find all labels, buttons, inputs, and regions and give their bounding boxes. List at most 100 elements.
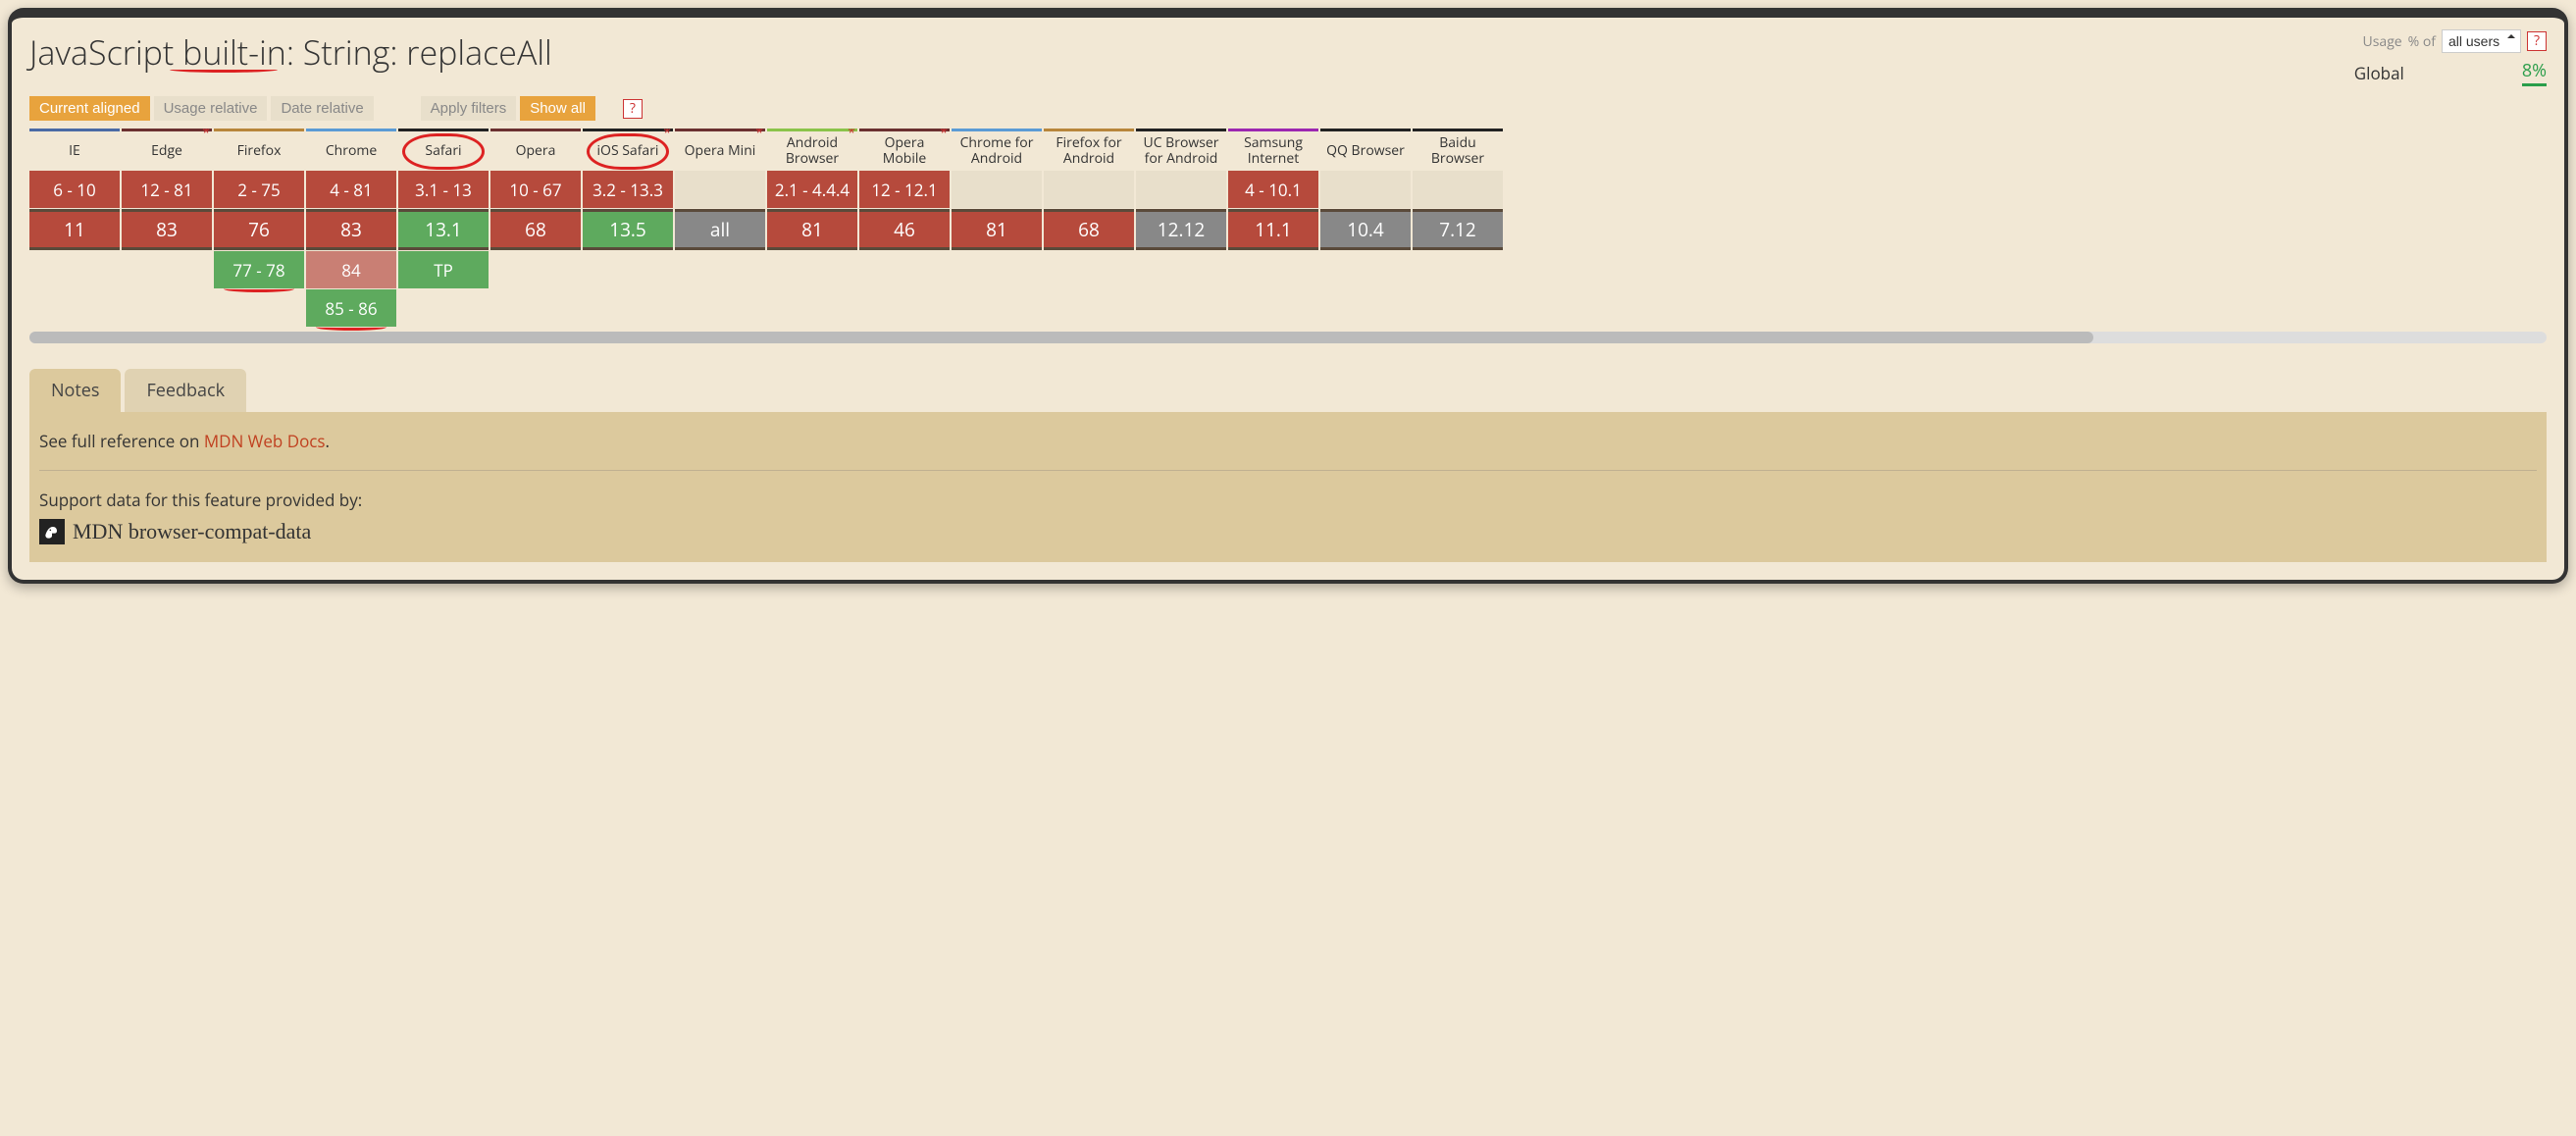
version-cell-current[interactable]: 11.1 (1228, 209, 1318, 250)
browser-header[interactable]: iOS Safari* (583, 129, 673, 170)
browser-column: UC Browser for Android 12.12 (1136, 129, 1226, 328)
browser-header[interactable]: Firefox for Android (1044, 129, 1134, 170)
browser-header[interactable]: UC Browser for Android (1136, 129, 1226, 170)
version-cell-current[interactable]: 10.4 (1320, 209, 1411, 250)
version-cell-past[interactable]: 6 - 10 (29, 171, 120, 208)
version-cell-past[interactable]: 10 - 67 (490, 171, 581, 208)
version-cell-future[interactable]: 77 - 78 (214, 251, 304, 288)
version-cell-past[interactable]: 3.2 - 13.3 (583, 171, 673, 208)
browser-column: Chrome4 - 81838485 - 86 (306, 129, 396, 328)
scrollbar-thumb[interactable] (29, 332, 2093, 343)
version-cell-current[interactable]: 81 (767, 209, 857, 250)
browser-header[interactable]: Samsung Internet (1228, 129, 1318, 170)
browser-column: Firefox for Android 68 (1044, 129, 1134, 328)
note-star-icon: * (755, 129, 763, 140)
version-cell-past[interactable] (675, 171, 765, 208)
browser-header[interactable]: Safari (398, 129, 489, 170)
usage-relative-button[interactable]: Usage relative (154, 96, 268, 121)
note-star-icon: * (663, 129, 671, 140)
version-cell-past[interactable] (1136, 171, 1226, 208)
current-aligned-button[interactable]: Current aligned (29, 96, 150, 121)
version-cell-current[interactable]: 76 (214, 209, 304, 250)
browser-column: iOS Safari*3.2 - 13.313.5 (583, 129, 673, 328)
browser-header[interactable]: Opera Mobile* (859, 129, 950, 170)
browser-column: Safari3.1 - 1313.1TP (398, 129, 489, 328)
browser-column: Opera Mobile*12 - 12.146 (859, 129, 950, 328)
note-star-icon: * (940, 129, 948, 140)
usage-percent-of: % of (2408, 32, 2436, 51)
version-cell-past[interactable] (1044, 171, 1134, 208)
mdn-dino-icon (39, 519, 65, 544)
version-cell-future[interactable]: TP (398, 251, 489, 288)
view-toolbar: Current aligned Usage relative Date rela… (29, 96, 2547, 121)
app-frame: JavaScript built-in: String: replaceAll … (8, 8, 2568, 584)
version-cell-current[interactable]: 83 (122, 209, 212, 250)
toolbar-help-button[interactable]: ? (623, 99, 643, 119)
version-cell-current[interactable]: 83 (306, 209, 396, 250)
browser-column: Baidu Browser 7.12 (1413, 129, 1503, 328)
browser-column: Samsung Internet4 - 10.111.1 (1228, 129, 1318, 328)
date-relative-button[interactable]: Date relative (271, 96, 373, 121)
browser-header[interactable]: Chrome for Android (952, 129, 1042, 170)
notes-text-before: See full reference on (39, 430, 204, 452)
compat-table: IE6 - 1011Edge*12 - 8183Firefox2 - 75767… (29, 129, 2547, 328)
version-cell-future[interactable]: 84 (306, 251, 396, 288)
usage-help-button[interactable]: ? (2527, 31, 2547, 51)
version-cell-current[interactable]: 11 (29, 209, 120, 250)
version-cell-current[interactable]: 12.12 (1136, 209, 1226, 250)
annotation-underline (170, 67, 278, 73)
version-cell-past[interactable]: 4 - 81 (306, 171, 396, 208)
version-cell-past[interactable]: 3.1 - 13 (398, 171, 489, 208)
browser-header[interactable]: Opera (490, 129, 581, 170)
browser-column: Android Browser*2.1 - 4.4.481 (767, 129, 857, 328)
page-title-text: JavaScript built-in: String: replaceAll (29, 29, 552, 75)
mdn-link[interactable]: MDN Web Docs (204, 430, 326, 452)
version-cell-past[interactable]: 12 - 81 (122, 171, 212, 208)
browser-header[interactable]: IE (29, 129, 120, 170)
info-tabs: Notes Feedback (29, 369, 2547, 412)
browser-column: Opera Mini* all (675, 129, 765, 328)
tab-feedback[interactable]: Feedback (125, 369, 246, 412)
version-cell-past[interactable]: 2.1 - 4.4.4 (767, 171, 857, 208)
version-cell-past[interactable]: 4 - 10.1 (1228, 171, 1318, 208)
browser-header[interactable]: Android Browser* (767, 129, 857, 170)
browser-header[interactable]: Opera Mini* (675, 129, 765, 170)
version-cell-current[interactable]: 46 (859, 209, 950, 250)
note-star-icon: * (202, 129, 210, 140)
browser-column: Firefox2 - 757677 - 78 (214, 129, 304, 328)
version-cell-past[interactable]: 2 - 75 (214, 171, 304, 208)
usage-select[interactable]: all users (2442, 29, 2521, 53)
page-title: JavaScript built-in: String: replaceAll (29, 29, 552, 75)
version-cell-past[interactable] (1413, 171, 1503, 208)
browser-header[interactable]: Chrome (306, 129, 396, 170)
browser-header[interactable]: Baidu Browser (1413, 129, 1503, 170)
version-cell-past[interactable] (952, 171, 1042, 208)
browser-column: Opera10 - 6768 (490, 129, 581, 328)
compat-table-scroll[interactable]: IE6 - 1011Edge*12 - 8183Firefox2 - 75767… (29, 129, 2547, 357)
version-cell-past[interactable] (1320, 171, 1411, 208)
browser-column: Edge*12 - 8183 (122, 129, 212, 328)
support-data-label: Support data for this feature provided b… (39, 489, 2537, 511)
browser-column: Chrome for Android 81 (952, 129, 1042, 328)
version-cell-current[interactable]: 68 (490, 209, 581, 250)
browser-header[interactable]: Firefox (214, 129, 304, 170)
usage-label: Usage (2363, 32, 2402, 51)
show-all-button[interactable]: Show all (520, 96, 595, 121)
horizontal-scrollbar[interactable] (29, 332, 2547, 343)
apply-filters-button[interactable]: Apply filters (421, 96, 517, 121)
version-cell-current[interactable]: 68 (1044, 209, 1134, 250)
version-cell-current[interactable]: 13.5 (583, 209, 673, 250)
global-label: Global (2354, 62, 2404, 84)
browser-header[interactable]: QQ Browser (1320, 129, 1411, 170)
tab-notes[interactable]: Notes (29, 369, 121, 412)
version-cell-current[interactable]: 81 (952, 209, 1042, 250)
browser-column: QQ Browser 10.4 (1320, 129, 1411, 328)
version-cell-past[interactable]: 12 - 12.1 (859, 171, 950, 208)
version-cell-current[interactable]: 7.12 (1413, 209, 1503, 250)
version-cell-future[interactable]: 85 - 86 (306, 289, 396, 327)
source-name: MDN browser-compat-data (73, 519, 311, 544)
browser-header[interactable]: Edge* (122, 129, 212, 170)
version-cell-current[interactable]: all (675, 209, 765, 250)
version-cell-current[interactable]: 13.1 (398, 209, 489, 250)
global-percent: 8% (2522, 59, 2547, 86)
